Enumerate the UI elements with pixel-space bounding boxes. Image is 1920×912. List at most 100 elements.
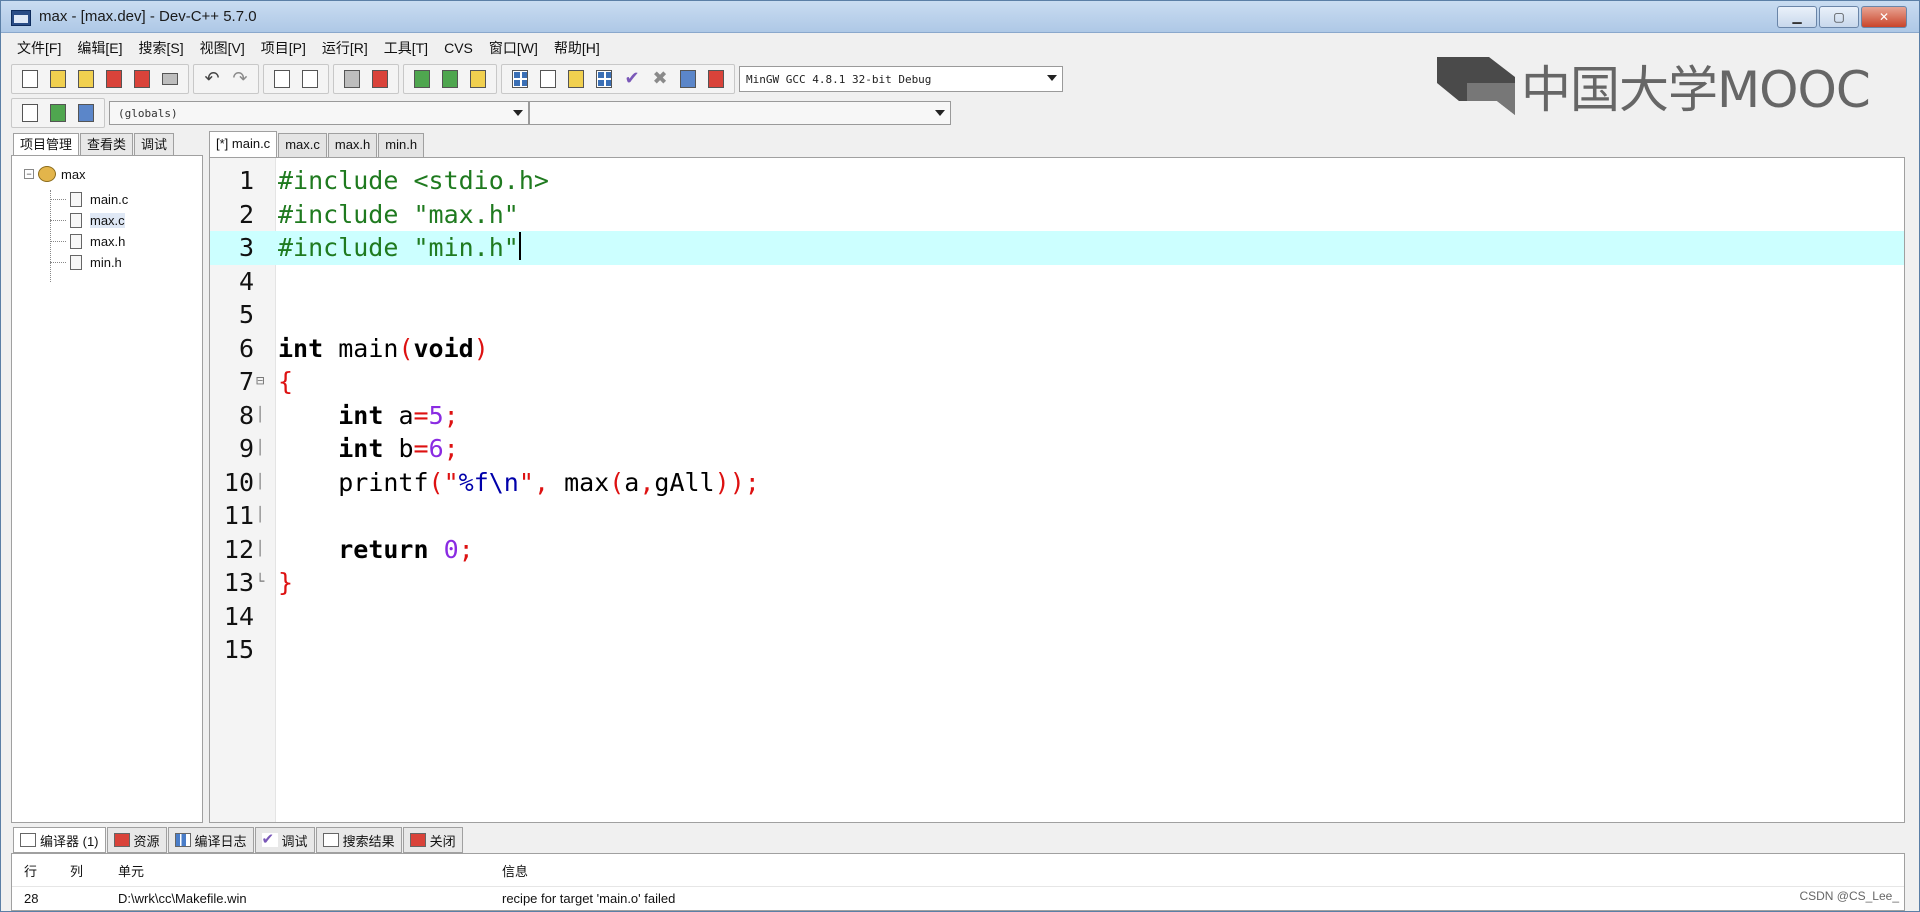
open-file-button[interactable] bbox=[46, 67, 70, 91]
maximize-button[interactable]: ▢ bbox=[1819, 6, 1859, 28]
code-line[interactable]: 4 bbox=[210, 265, 1904, 299]
tab-search-results[interactable]: 搜索结果 bbox=[315, 827, 402, 853]
menu-run[interactable]: 运行[R] bbox=[314, 34, 376, 62]
syntax-check-button[interactable]: ✔ bbox=[620, 67, 644, 91]
code-line[interactable]: 14 bbox=[210, 600, 1904, 634]
menu-project[interactable]: 项目[P] bbox=[253, 34, 314, 62]
line-number: 9 bbox=[238, 434, 254, 463]
scope-combo[interactable]: (globals) bbox=[109, 101, 529, 125]
code-line[interactable]: 7 ⊟ { bbox=[210, 365, 1904, 399]
rebuild-all-button[interactable] bbox=[592, 67, 616, 91]
replace-button[interactable] bbox=[298, 67, 322, 91]
edit-toolbar-group: ↶ ↷ bbox=[193, 64, 259, 94]
tree-item-min-h[interactable]: min.h bbox=[50, 255, 122, 270]
tab-close[interactable]: 关闭 bbox=[402, 827, 463, 853]
tab-debug-output[interactable]: ✔ 调试 bbox=[254, 827, 315, 853]
minimize-button[interactable]: ▁ bbox=[1777, 6, 1817, 28]
row-line: 28 bbox=[24, 891, 39, 906]
project-options-button[interactable] bbox=[466, 67, 490, 91]
new-file-button[interactable] bbox=[18, 67, 42, 91]
compile-button[interactable] bbox=[508, 67, 532, 91]
code-line[interactable]: 13 └} bbox=[210, 566, 1904, 600]
compiler-select[interactable]: MinGW GCC 4.8.1 32-bit Debug bbox=[739, 66, 1063, 92]
code-line[interactable]: 8 │ int a=5; bbox=[210, 399, 1904, 433]
tab-compiler[interactable]: 编译器 (1) bbox=[13, 827, 106, 853]
tab-classes[interactable]: 查看类 bbox=[80, 133, 134, 155]
code-line[interactable]: 1 #include <stdio.h> bbox=[210, 164, 1904, 198]
compile-run-button[interactable] bbox=[564, 67, 588, 91]
project-options-icon bbox=[470, 70, 486, 88]
tree-item-max-c[interactable]: max.c bbox=[50, 213, 125, 228]
tab-max-h[interactable]: max.h bbox=[327, 133, 378, 157]
mooc-logo: 中国大学MOOC bbox=[1437, 51, 1877, 121]
code-line[interactable]: 9 │ int b=6; bbox=[210, 432, 1904, 466]
menu-search[interactable]: 搜索[S] bbox=[130, 34, 191, 62]
tab-min-h[interactable]: min.h bbox=[378, 133, 425, 157]
menu-help[interactable]: 帮助[H] bbox=[546, 34, 608, 62]
header-unit: 单元 bbox=[118, 864, 145, 879]
run-button[interactable] bbox=[536, 67, 560, 91]
code-line[interactable]: 12 │ return 0; bbox=[210, 533, 1904, 567]
menu-tools[interactable]: 工具[T] bbox=[376, 34, 436, 62]
tab-debug[interactable]: 调试 bbox=[134, 133, 175, 155]
tab-project[interactable]: 项目管理 bbox=[13, 133, 80, 155]
tab-label: 资源 bbox=[133, 833, 160, 849]
code-line[interactable]: 15 bbox=[210, 633, 1904, 667]
collapse-icon[interactable]: − bbox=[24, 169, 34, 179]
add-to-project-button[interactable] bbox=[410, 67, 434, 91]
replace-icon bbox=[302, 70, 318, 88]
save-button[interactable] bbox=[74, 67, 98, 91]
code-line[interactable]: 3 #include "min.h" bbox=[210, 231, 1904, 265]
search-toolbar-group bbox=[263, 64, 329, 94]
bookmark-button[interactable] bbox=[74, 101, 98, 125]
tree-item-max-h[interactable]: max.h bbox=[50, 234, 125, 249]
tab-resources[interactable]: 资源 bbox=[106, 827, 167, 853]
profile-button[interactable] bbox=[676, 67, 700, 91]
close-file-button[interactable] bbox=[130, 67, 154, 91]
code-editor[interactable]: 1 #include <stdio.h> 2 #include "max.h" 3 #in… bbox=[209, 157, 1905, 823]
code-line[interactable]: 6 int main(void) bbox=[210, 332, 1904, 366]
find-button[interactable] bbox=[270, 67, 294, 91]
find-icon bbox=[274, 70, 290, 88]
fold-line-icon: │ bbox=[256, 473, 265, 490]
fold-line-icon: │ bbox=[256, 507, 265, 523]
goto-declaration-button[interactable] bbox=[18, 101, 42, 125]
save-all-button[interactable] bbox=[102, 67, 126, 91]
code-line[interactable]: 2 #include "max.h" bbox=[210, 198, 1904, 232]
indent-toolbar-group bbox=[333, 64, 399, 94]
menu-file[interactable]: 文件[F] bbox=[9, 34, 69, 62]
title-bar[interactable]: max - [max.dev] - Dev-C++ 5.7.0 ▁ ▢ ✕ bbox=[1, 1, 1919, 33]
function-combo[interactable] bbox=[529, 101, 951, 125]
code-line[interactable]: 11 │ bbox=[210, 499, 1904, 533]
table-row[interactable]: 28 D:\wrk\cc\Makefile.win recipe for tar… bbox=[12, 886, 1904, 910]
menu-edit[interactable]: 编辑[E] bbox=[69, 34, 130, 62]
code-text: return 0; bbox=[338, 534, 474, 564]
file-icon bbox=[70, 255, 82, 270]
close-button[interactable]: ✕ bbox=[1861, 6, 1907, 28]
unindent-button[interactable] bbox=[368, 67, 392, 91]
stop-button[interactable]: ✖ bbox=[648, 67, 672, 91]
tab-max-c[interactable]: max.c bbox=[278, 133, 327, 157]
project-root[interactable]: − max bbox=[24, 166, 86, 182]
goto-definition-button[interactable] bbox=[46, 101, 70, 125]
line-number: 10 bbox=[223, 467, 254, 497]
tab-compile-log[interactable]: 编译日志 bbox=[167, 827, 254, 853]
menu-cvs[interactable]: CVS bbox=[436, 34, 481, 62]
fold-line-icon: │ bbox=[256, 440, 265, 456]
editor-tabs: [*] main.c max.c max.h min.h bbox=[209, 131, 425, 157]
redo-button[interactable]: ↷ bbox=[228, 67, 252, 91]
indent-button[interactable] bbox=[340, 67, 364, 91]
tab-main-c[interactable]: [*] main.c bbox=[209, 131, 278, 157]
menu-view[interactable]: 视图[V] bbox=[192, 34, 253, 62]
compile-icon bbox=[512, 70, 528, 88]
print-button[interactable] bbox=[158, 67, 182, 91]
fold-toggle-icon[interactable]: ⊟ bbox=[256, 365, 270, 399]
tree-item-main-c[interactable]: main.c bbox=[50, 192, 128, 207]
mooc-logo-text: 中国大学MOOC bbox=[1521, 61, 1871, 119]
remove-from-project-button[interactable] bbox=[438, 67, 462, 91]
menu-window[interactable]: 窗口[W] bbox=[481, 34, 546, 62]
debug-button[interactable] bbox=[704, 67, 728, 91]
undo-button[interactable]: ↶ bbox=[200, 67, 224, 91]
code-line[interactable]: 5 bbox=[210, 298, 1904, 332]
code-line[interactable]: 10 │ printf("%f\n", max(a,gAll)); bbox=[210, 466, 1904, 500]
